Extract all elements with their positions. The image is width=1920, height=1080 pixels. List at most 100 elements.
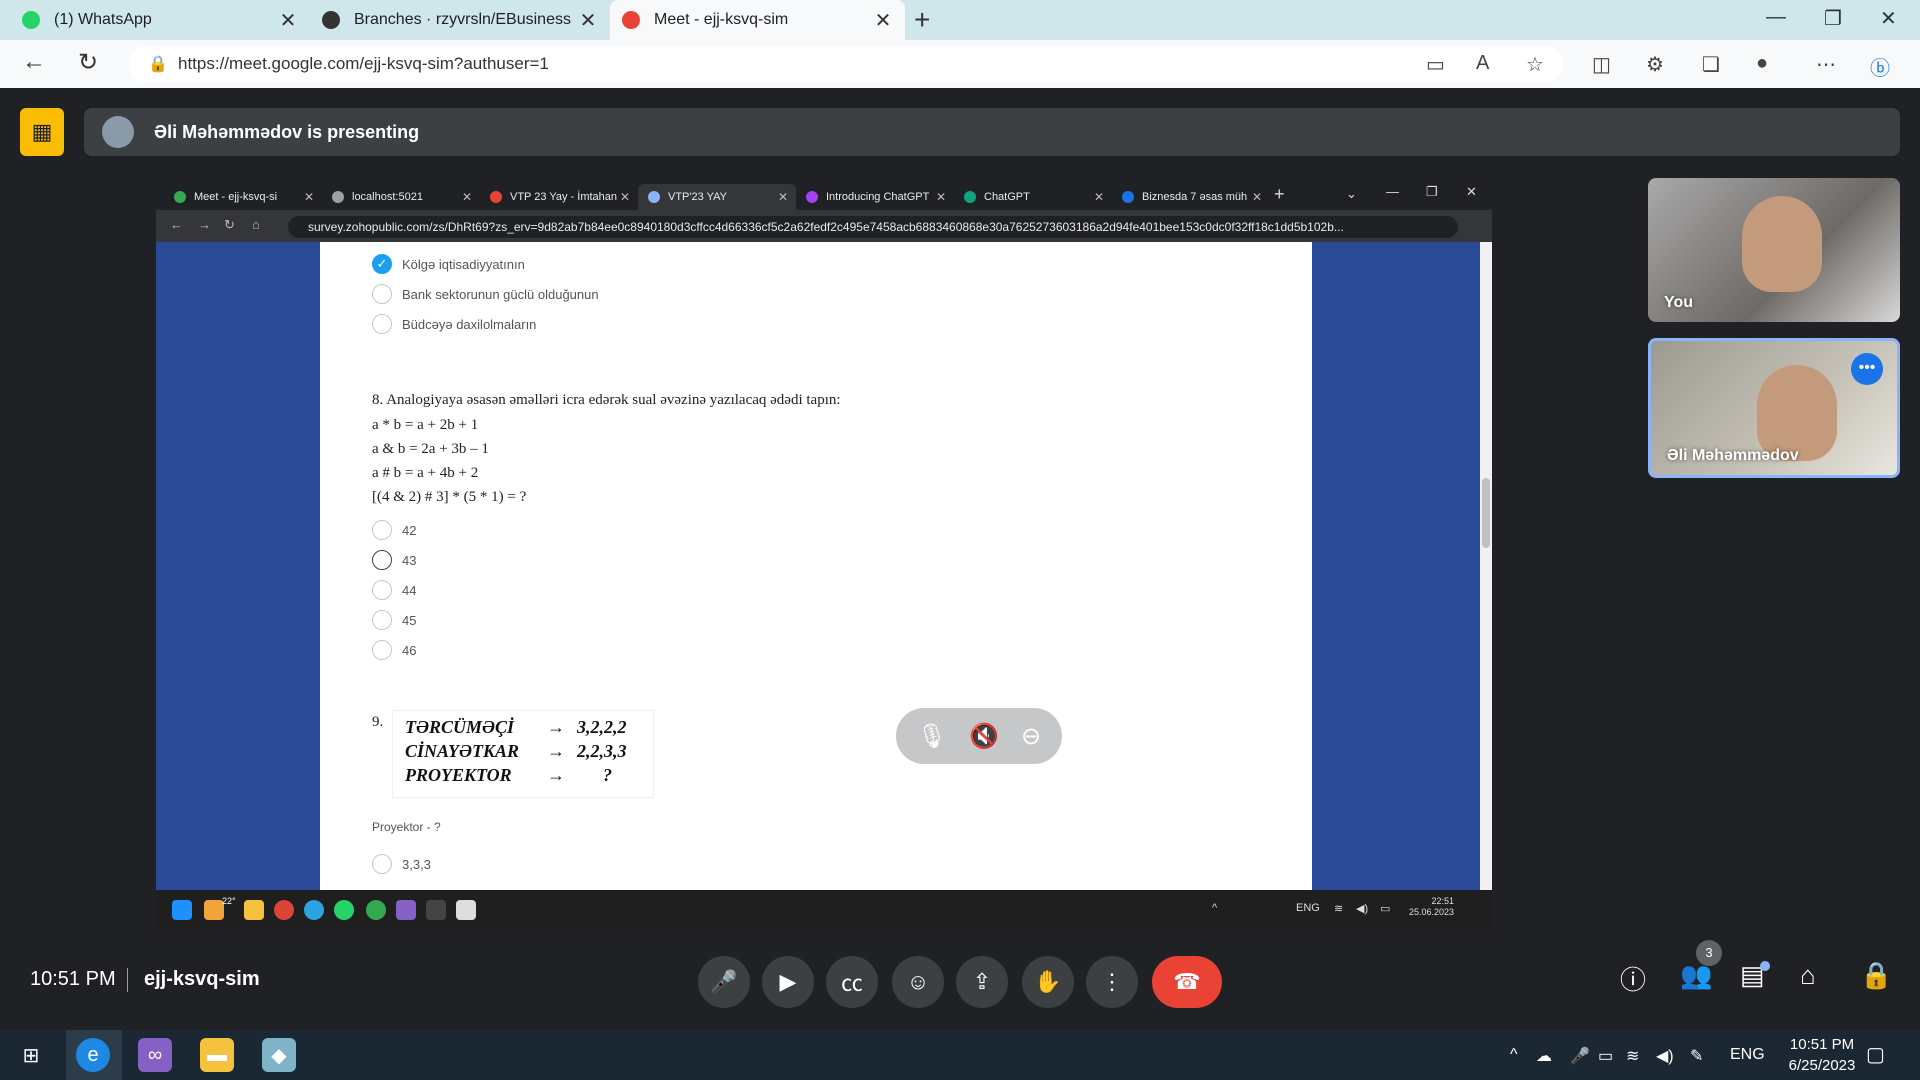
camera-icon[interactable]: ▭ [1426,52,1445,77]
close-icon[interactable]: ✕ [873,8,893,33]
wifi-icon[interactable]: ≋ [1626,1046,1639,1066]
radio-icon [372,314,392,334]
host-controls-icon[interactable]: 🔒 [1860,960,1892,991]
language-indicator[interactable]: ENG [1730,1046,1765,1064]
option-46: 46 [372,640,416,660]
arrow-icon: → [547,765,565,785]
bing-icon[interactable]: ⓑ [1870,52,1890,81]
radio-icon [372,610,392,630]
profile-icon[interactable]: ● [1756,52,1768,75]
windows-start-icon[interactable]: ⊞ [14,1038,48,1072]
activities-icon[interactable]: ⌂ [1800,960,1816,991]
question-9-number: 9. [372,714,384,730]
shared-date: 25.06.2023 [1408,907,1454,917]
chat-notification-dot [1760,961,1770,971]
leave-call-button[interactable]: ☎ [1152,956,1222,1008]
tab-github[interactable]: Branches · rzyvrsln/EBusiness ✕ [310,0,610,40]
close-icon: ✕ [303,190,314,204]
visual-studio-icon[interactable]: ∞ [138,1038,172,1072]
tile-you[interactable]: You [1648,178,1900,322]
captions-button[interactable]: ㏄ [826,956,878,1008]
cloud-icon[interactable]: ☁ [1536,1046,1552,1066]
shared-scrollbar [1480,242,1492,890]
shared-screen: Meet - ejj-ksvq-si ✕ localhost:5021 ✕ VTP … [156,180,1492,930]
tab-meet[interactable]: Meet - ejj-ksvq-sim ✕ [610,0,905,40]
battery-icon[interactable]: ▭ [1598,1046,1613,1066]
shared-taskbar: 22° ^ ENG ≋ ◀) ▭ 22:51 25.06.2023 [156,890,1492,930]
tile-name: Əli Məhəmmədov [1667,447,1799,464]
meeting-code: ejj-ksvq-sim [144,968,260,990]
edge-icon[interactable]: e [76,1038,110,1072]
q9-word: CİNAYƏTKAR [405,741,520,761]
close-icon[interactable]: ✕ [578,8,598,33]
avatar [102,116,134,148]
split-screen-icon[interactable]: ◫ [1592,52,1611,77]
whatsapp-icon [22,11,40,29]
mic-off-icon[interactable]: 🎙 [917,722,947,751]
shared-tab-label: localhost:5021 [352,191,423,203]
battery-icon: ▭ [1380,903,1391,915]
q9-row: TƏRCÜMƏÇİ → 3,2,2,2 [405,717,641,741]
captions-icon: ㏄ [840,971,863,996]
formula-line: a & b = 2a + 3b – 1 [372,441,489,457]
telegram-icon [304,900,324,920]
forward-icon: → [198,217,211,232]
windows-taskbar: ⊞ e ∞ ▬ ◆ ^ ☁ 🎤 ▭ ≋ ◀) ✎ ENG 10:51 PM 6/… [0,1030,1920,1080]
restore-icon[interactable]: ❐ [1824,6,1842,31]
read-aloud-icon[interactable]: A [1476,52,1489,75]
question-number: 8. [372,392,384,408]
extensions-icon[interactable]: ⚙ [1646,52,1664,77]
more-menu-icon[interactable]: ⋯ [1816,52,1836,77]
mic-button[interactable]: 🎤 [698,956,750,1008]
back-icon[interactable]: ← [22,48,46,76]
meet-icon [622,11,640,29]
stop-presenting-icon[interactable]: ▦ [20,108,64,156]
camera-icon: ▶ [779,969,797,994]
new-tab-button[interactable]: + [914,4,930,36]
new-tab-icon: + [1274,184,1285,204]
more-options-icon[interactable]: ••• [1851,353,1883,385]
separator [127,968,128,992]
favorite-star-icon[interactable]: ☆ [1526,52,1544,77]
tile-name: You [1664,294,1694,311]
refresh-icon[interactable]: ↻ [78,48,98,77]
q9-value: 3,2,2,2 [577,717,627,737]
folder-icon[interactable]: ▬ [200,1038,234,1072]
collections-icon[interactable]: ❏ [1702,52,1720,77]
volume-icon[interactable]: ◀) [1656,1046,1674,1066]
chevron-up-icon[interactable]: ^ [1510,1046,1518,1064]
tab-whatsapp[interactable]: (1) WhatsApp ✕ [10,0,310,40]
close-window-icon: ✕ [1466,184,1477,199]
survey-page: ✓ Kölgə iqtisadiyyatının Bank sektorunun … [156,242,1492,890]
close-window-icon[interactable]: ✕ [1880,6,1897,31]
emoji-icon: ☺ [906,969,930,994]
close-icon[interactable]: ✕ [278,8,298,33]
presenting-text: Əli Məhəmmədov is presenting [154,121,420,142]
visual-studio-icon [396,900,416,920]
minus-circle-icon[interactable]: ⊖ [1021,722,1041,751]
mic-icon[interactable]: 🎤 [1570,1046,1590,1066]
pen-icon[interactable]: ✎ [1690,1046,1703,1066]
shared-tab: VTP 23 Yay - İmtahan ✕ [480,184,638,210]
camera-button[interactable]: ▶ [762,956,814,1008]
notifications-icon[interactable]: ▢ [1866,1042,1885,1067]
raise-hand-button[interactable]: ✋ [1022,956,1074,1008]
more-options-button[interactable]: ⋮ [1086,956,1138,1008]
info-icon[interactable]: ⓘ [1620,960,1646,997]
system-time: 10:51 PM [1789,1036,1855,1053]
present-button[interactable]: ⇪ [956,956,1008,1008]
reactions-button[interactable]: ☺ [892,956,944,1008]
mic-icon: 🎤 [710,969,738,994]
tile-eli[interactable]: ••• Əli Məhəmmədov [1648,338,1900,478]
app-icon[interactable]: ◆ [262,1038,296,1072]
shared-tab: localhost:5021 ✕ [322,184,480,210]
minimize-icon[interactable]: — [1766,6,1786,29]
system-date: 6/25/2023 [1788,1057,1856,1074]
meet-icon [174,191,186,203]
address-bar[interactable]: 🔒 https://meet.google.com/ejj-ksvq-sim?a… [128,46,1564,82]
meet-area: ▦ Əli Məhəmmədov is presenting Meet - ej… [0,88,1920,1030]
system-clock[interactable]: 10:51 PM 6/25/2023 [1776,1034,1868,1076]
option-333: 3,3,3 [372,854,431,874]
speaker-off-icon[interactable]: 🔇 [969,722,999,751]
shared-tab: VTP'23 YAY ✕ [638,184,796,210]
